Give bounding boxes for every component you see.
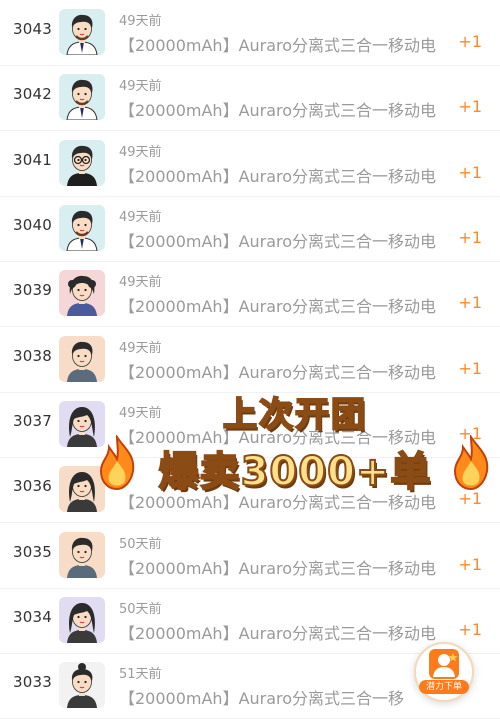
order-time: 49天前 (119, 145, 162, 160)
fab-label: 潜力下单 (419, 680, 469, 694)
order-time: 51天前 (119, 667, 162, 682)
user-star-icon (429, 649, 459, 679)
avatar (59, 336, 105, 382)
order-number: 3037 (13, 412, 52, 430)
product-name: 【20000mAh】Auraro分离式三合一移动电 (119, 167, 437, 186)
avatar (59, 205, 105, 251)
quantity-badge: +1 (458, 163, 482, 182)
order-number: 3042 (13, 85, 52, 103)
product-name: 【20000mAh】Auraro分离式三合一移动电 (119, 36, 437, 55)
product-name: 【20000mAh】Auraro分离式三合一移动电 (119, 559, 437, 578)
banner-title: 上次开团 (222, 394, 367, 436)
order-number: 3043 (13, 20, 52, 38)
order-number: 3035 (13, 543, 52, 561)
quantity-badge: +1 (458, 555, 482, 574)
quantity-badge: +1 (458, 32, 482, 51)
order-number: 3040 (13, 216, 52, 234)
order-time: 49天前 (119, 275, 162, 290)
avatar (59, 662, 105, 708)
avatar (59, 9, 105, 55)
order-row: 3040 49天前【20000mAh】Auraro分离式三合一移动电 +1 (0, 196, 500, 262)
order-fab-button[interactable]: 潜力下单 (414, 642, 474, 702)
order-row: 3034 50天前【20000mAh】Auraro分离式三合一移动电 +1 (0, 588, 500, 654)
order-number: 3036 (13, 477, 52, 495)
order-row: 3042 49天前【20000mAh】Auraro分离式三合一移动电 +1 (0, 65, 500, 131)
order-time: 49天前 (119, 341, 162, 356)
flame-icon (453, 435, 489, 491)
product-name: 【20000mAh】Auraro分离式三合一移动电 (119, 297, 437, 316)
quantity-badge: +1 (458, 97, 482, 116)
order-number: 3041 (13, 151, 52, 169)
order-time: 50天前 (119, 537, 162, 552)
avatar (59, 532, 105, 578)
product-name: 【20000mAh】Auraro分离式三合一移动电 (119, 624, 437, 643)
product-name: 【20000mAh】Auraro分离式三合一移动电 (119, 363, 437, 382)
quantity-badge: +1 (458, 293, 482, 312)
order-time: 49天前 (119, 14, 162, 29)
order-number: 3039 (13, 281, 52, 299)
banner-subtitle: 爆卖3000+单 (158, 448, 432, 496)
product-name: 【20000mAh】Auraro分离式三合一移 (119, 689, 405, 708)
order-row: 3039 49天前【20000mAh】Auraro分离式三合一移动电 +1 (0, 261, 500, 327)
promo-banner: 上次开团 爆卖3000+单 (95, 387, 495, 497)
flame-icon (99, 435, 135, 491)
quantity-badge: +1 (458, 228, 482, 247)
order-row: 3043 49天前【20000mAh】Auraro分离式三合一移动电 +1 (0, 0, 500, 66)
avatar (59, 74, 105, 120)
quantity-badge: +1 (458, 359, 482, 378)
order-row: 3041 49天前【20000mAh】Auraro分离式三合一移动电 +1 (0, 131, 500, 197)
avatar (59, 140, 105, 186)
order-number: 3033 (13, 673, 52, 691)
avatar (59, 597, 105, 643)
order-time: 50天前 (119, 602, 162, 617)
product-name: 【20000mAh】Auraro分离式三合一移动电 (119, 232, 437, 251)
quantity-badge: +1 (458, 620, 482, 639)
order-time: 49天前 (119, 210, 162, 225)
order-row: 3038 49天前【20000mAh】Auraro分离式三合一移动电 +1 (0, 327, 500, 393)
order-number: 3034 (13, 608, 52, 626)
product-name: 【20000mAh】Auraro分离式三合一移动电 (119, 101, 437, 120)
avatar (59, 270, 105, 316)
order-time: 49天前 (119, 79, 162, 94)
order-row: 3035 50天前【20000mAh】Auraro分离式三合一移动电 +1 (0, 523, 500, 589)
order-number: 3038 (13, 347, 52, 365)
